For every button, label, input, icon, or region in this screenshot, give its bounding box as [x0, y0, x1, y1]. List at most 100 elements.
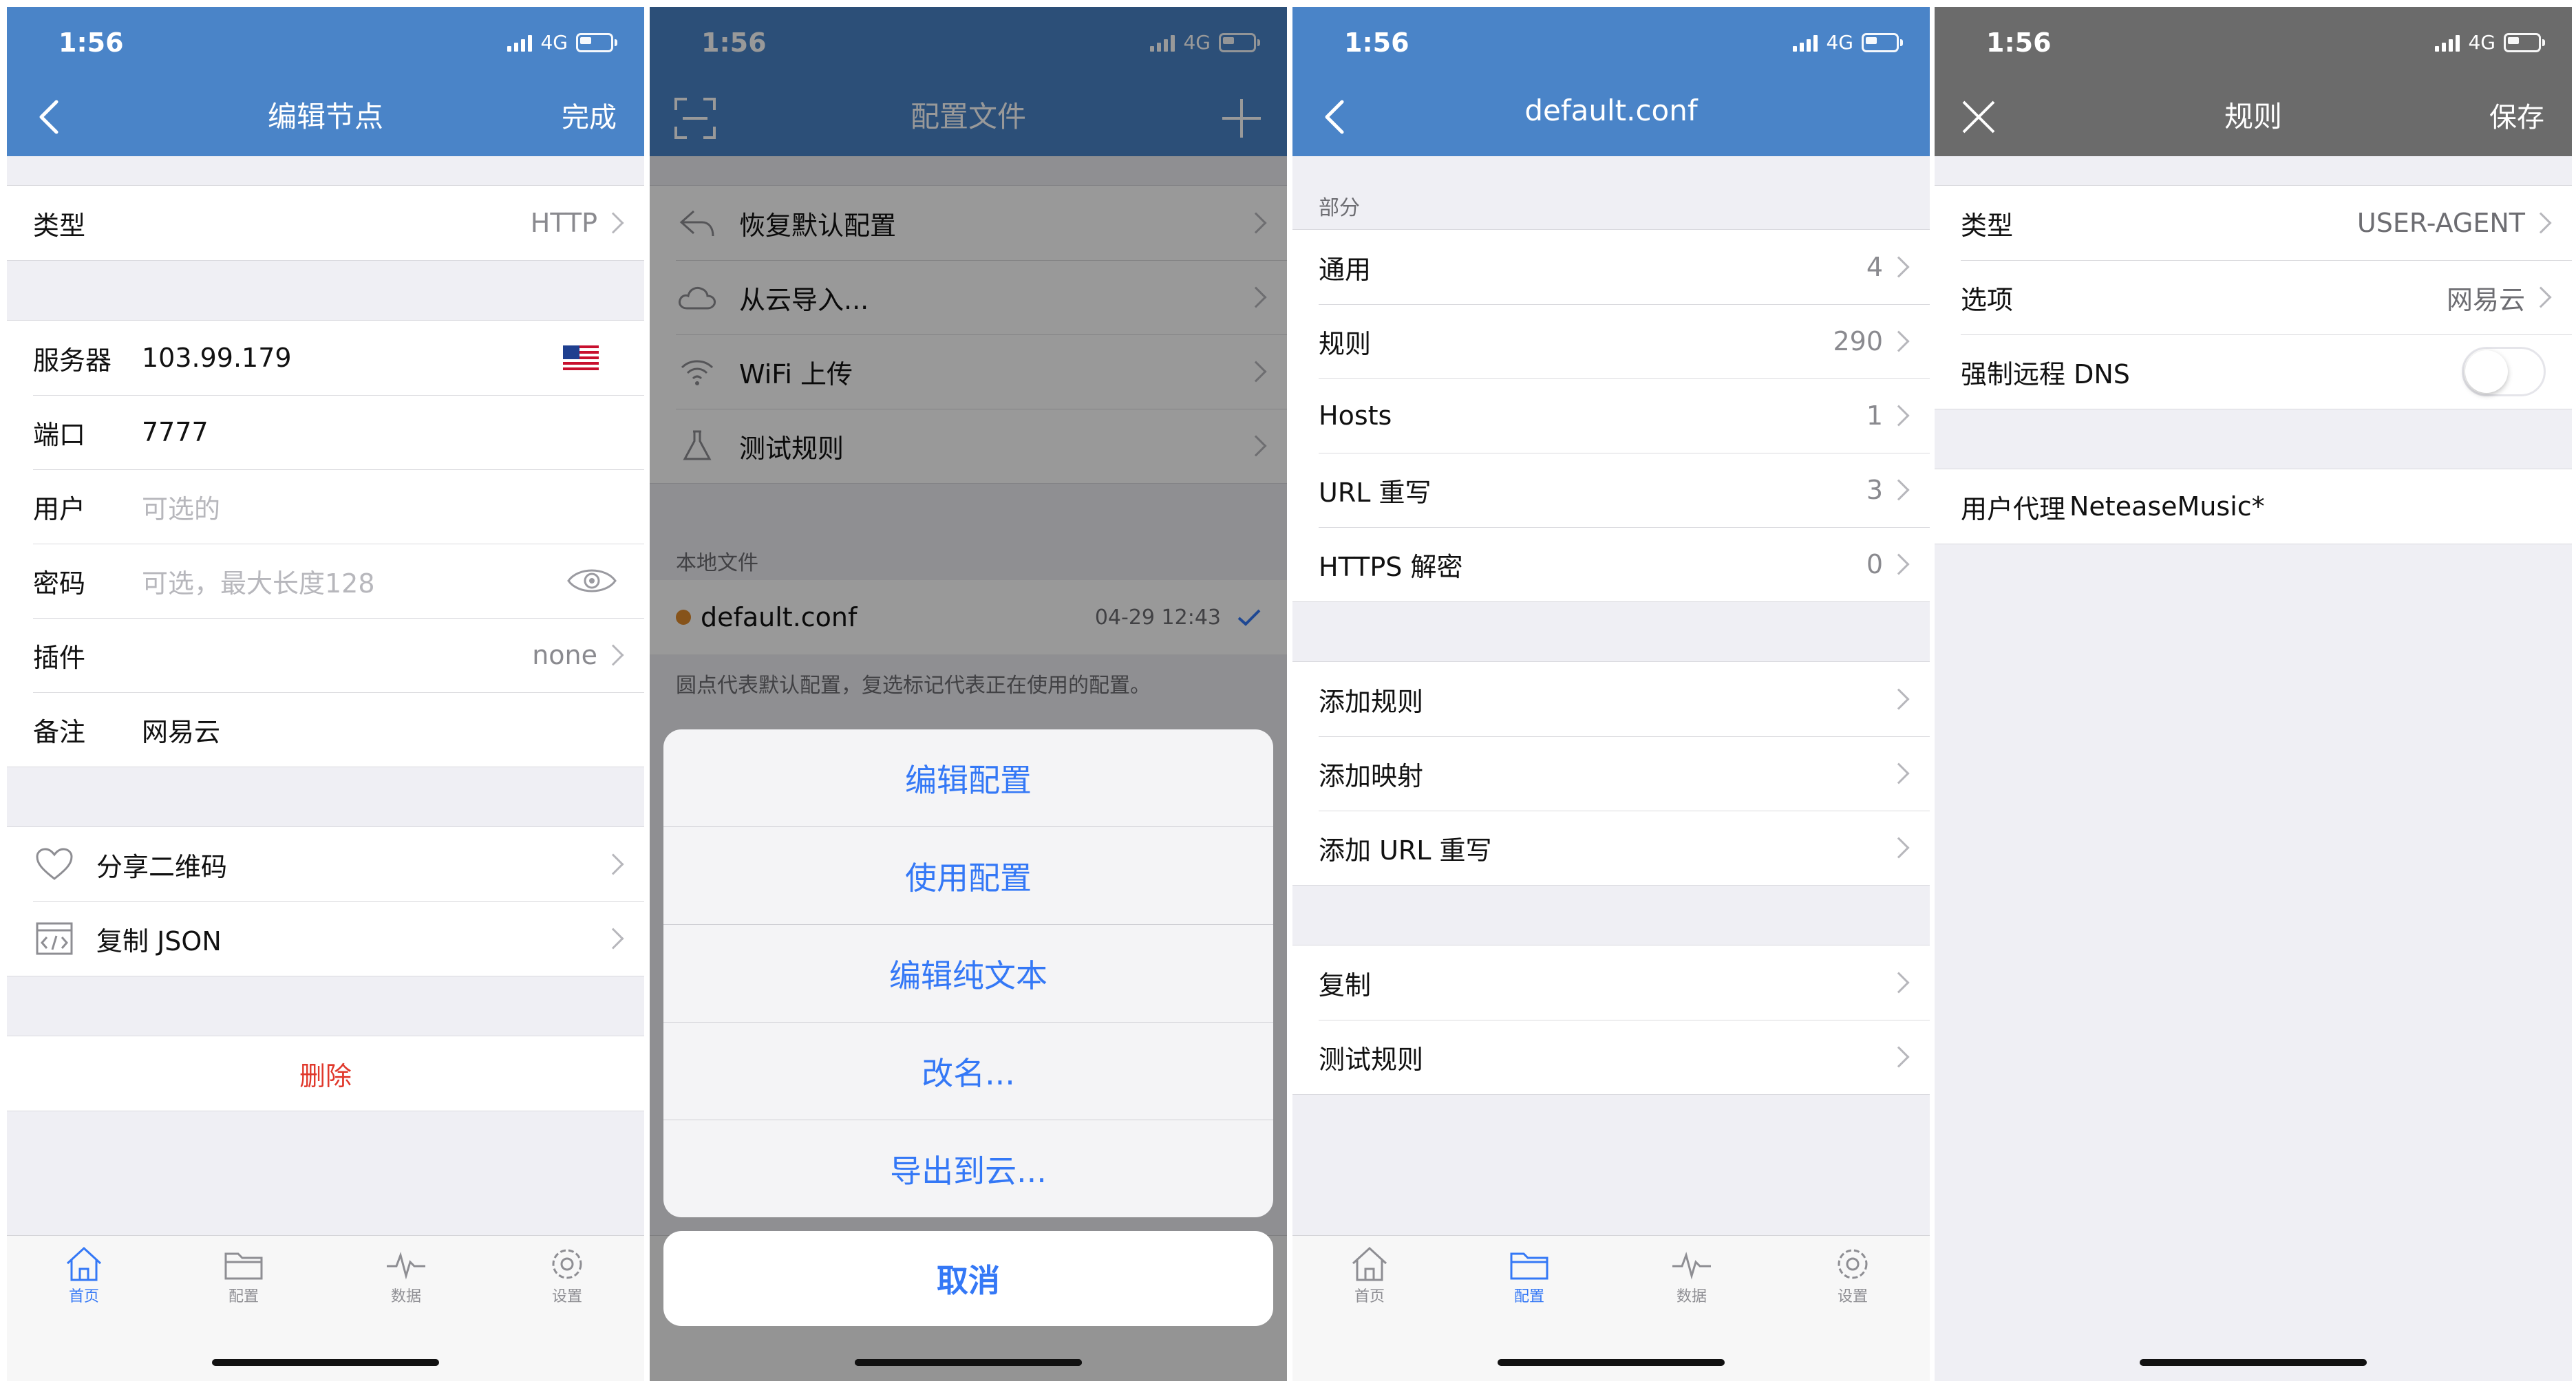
note-field[interactable]: 网易云 — [142, 711, 220, 749]
add-rule-label: 添加规则 — [1319, 686, 1424, 717]
tab-settings[interactable]: 设置 — [1811, 1245, 1894, 1306]
page-title: 规则 — [2224, 100, 2282, 133]
gear-icon — [1838, 1249, 1868, 1279]
type-row[interactable]: 类型 HTTP — [7, 186, 644, 260]
tab-config[interactable]: 配置 — [1488, 1245, 1571, 1306]
user-agent-row[interactable]: 用户代理 NeteaseMusic* — [1935, 469, 2572, 544]
test-rules-label: 测试规则 — [1319, 1044, 1424, 1075]
add-url-rewrite-row[interactable]: 添加 URL 重写 — [1292, 811, 1930, 885]
rule-option-row[interactable]: 选项 网易云 — [1935, 260, 2572, 334]
rule-option-label: 选项 — [1961, 284, 2014, 315]
home-icon — [66, 1246, 102, 1281]
spacer — [7, 767, 644, 826]
type-label: 类型 — [33, 210, 86, 241]
action-sheet-options: 编辑配置 使用配置 编辑纯文本 改名... 导出到云... — [663, 729, 1273, 1217]
section-count: 3 — [1866, 475, 1883, 505]
chevron-right-icon — [1888, 479, 1910, 501]
ua-group: 用户代理 NeteaseMusic* — [1935, 469, 2572, 544]
home-indicator — [212, 1359, 439, 1366]
tab-home[interactable]: 首页 — [1328, 1245, 1411, 1306]
user-row[interactable]: 用户 可选的 — [7, 469, 644, 544]
network-label: 4G — [1826, 31, 1853, 54]
screen-config-files: 1:56 4G 配置文件 恢复默认配置 从云导入... WiFi 上传 测试规则… — [650, 7, 1287, 1381]
pulse-icon — [1672, 1252, 1711, 1280]
folder-icon — [1510, 1252, 1548, 1280]
password-field[interactable]: 可选，最大长度128 — [142, 562, 375, 600]
delete-button[interactable]: 删除 — [7, 1036, 644, 1111]
eye-icon[interactable] — [566, 566, 618, 596]
done-button[interactable]: 完成 — [562, 95, 617, 135]
cancel-button[interactable]: 取消 — [663, 1231, 1273, 1326]
save-button[interactable]: 保存 — [2489, 95, 2544, 135]
chevron-right-icon — [2530, 212, 2552, 234]
copy-row[interactable]: 复制 — [1292, 945, 1930, 1020]
section-general-row[interactable]: 通用 4 — [1292, 230, 1930, 304]
section-rules-row[interactable]: 规则 290 — [1292, 304, 1930, 378]
add-mapping-row[interactable]: 添加映射 — [1292, 736, 1930, 811]
signal-icon — [507, 34, 533, 52]
password-row[interactable]: 密码 可选，最大长度128 — [7, 544, 644, 618]
signal-icon — [2435, 34, 2460, 52]
server-row[interactable]: 服务器 103.99.179 — [7, 321, 644, 395]
chevron-right-icon — [602, 853, 624, 875]
test-rules-row[interactable]: 测试规则 — [1292, 1020, 1930, 1094]
tab-data[interactable]: 数据 — [365, 1245, 447, 1306]
rename-button[interactable]: 改名... — [663, 1022, 1273, 1120]
chevron-right-icon — [1888, 405, 1910, 427]
port-label: 端口 — [33, 419, 86, 450]
plugin-row[interactable]: 插件 none — [7, 618, 644, 692]
sections-header: 部分 — [1292, 156, 1930, 229]
spacer — [7, 261, 644, 320]
add-rule-row[interactable]: 添加规则 — [1292, 662, 1930, 736]
tab-bar: 首页 配置 数据 设置 — [7, 1235, 644, 1381]
share-group: 分享二维码 复制 JSON — [7, 826, 644, 976]
user-field[interactable]: 可选的 — [142, 488, 220, 526]
section-hosts-row[interactable]: Hosts 1 — [1292, 378, 1930, 453]
page-title: default.conf — [1524, 94, 1698, 127]
status-time: 1:56 — [1344, 28, 1409, 58]
copy-json-row[interactable]: 复制 JSON — [7, 901, 644, 976]
section-https-decrypt-row[interactable]: HTTPS 解密 0 — [1292, 527, 1930, 601]
tab-home-label: 首页 — [68, 1288, 99, 1305]
note-row[interactable]: 备注 网易云 — [7, 692, 644, 767]
edit-config-button[interactable]: 编辑配置 — [663, 729, 1273, 826]
export-cloud-button[interactable]: 导出到云... — [663, 1120, 1273, 1217]
status-bar: 1:56 4G — [1935, 7, 2572, 76]
pulse-icon — [387, 1252, 425, 1280]
share-qr-row[interactable]: 分享二维码 — [7, 827, 644, 901]
port-row[interactable]: 端口 7777 — [7, 395, 644, 469]
status-right: 4G — [507, 31, 617, 54]
force-remote-dns-toggle[interactable] — [2462, 347, 2546, 396]
chevron-right-icon — [1888, 837, 1910, 859]
chevron-right-icon — [602, 928, 624, 950]
section-label: 通用 — [1319, 254, 1372, 285]
sections-group: 通用 4 规则 290 Hosts 1 URL 重写 3 HTTPS 解密 0 — [1292, 229, 1930, 602]
toggle-knob — [2465, 350, 2508, 393]
plugin-value: none — [532, 640, 597, 670]
section-url-rewrite-row[interactable]: URL 重写 3 — [1292, 453, 1930, 527]
nav-bar: 规则 保存 — [1935, 76, 2572, 156]
network-label: 4G — [540, 31, 568, 54]
rule-type-row[interactable]: 类型 USER-AGENT — [1935, 186, 2572, 260]
force-remote-dns-row: 强制远程 DNS — [1935, 334, 2572, 409]
server-field[interactable]: 103.99.179 — [142, 343, 292, 373]
user-label: 用户 — [33, 493, 86, 524]
tab-bar: 首页 配置 数据 设置 — [1292, 1235, 1930, 1381]
us-flag-icon — [563, 345, 599, 370]
chevron-right-icon — [1888, 553, 1910, 575]
tab-settings[interactable]: 设置 — [526, 1245, 608, 1306]
chevron-right-icon — [602, 212, 624, 234]
tab-home[interactable]: 首页 — [43, 1245, 125, 1306]
tab-settings-label: 设置 — [551, 1288, 582, 1305]
screen-default-conf: 1:56 4G default.conf 部分 通用 4 规则 290 Host… — [1292, 7, 1930, 1381]
user-agent-field[interactable]: NeteaseMusic* — [2069, 491, 2265, 522]
battery-icon — [1862, 32, 1903, 52]
use-config-button[interactable]: 使用配置 — [663, 826, 1273, 924]
tab-data[interactable]: 数据 — [1650, 1245, 1733, 1306]
chevron-right-icon — [602, 644, 624, 666]
type-value: HTTP — [530, 208, 597, 238]
tab-config[interactable]: 配置 — [202, 1245, 285, 1306]
edit-plain-text-button[interactable]: 编辑纯文本 — [663, 924, 1273, 1022]
delete-label: 删除 — [299, 1060, 352, 1091]
port-field[interactable]: 7777 — [142, 417, 209, 447]
